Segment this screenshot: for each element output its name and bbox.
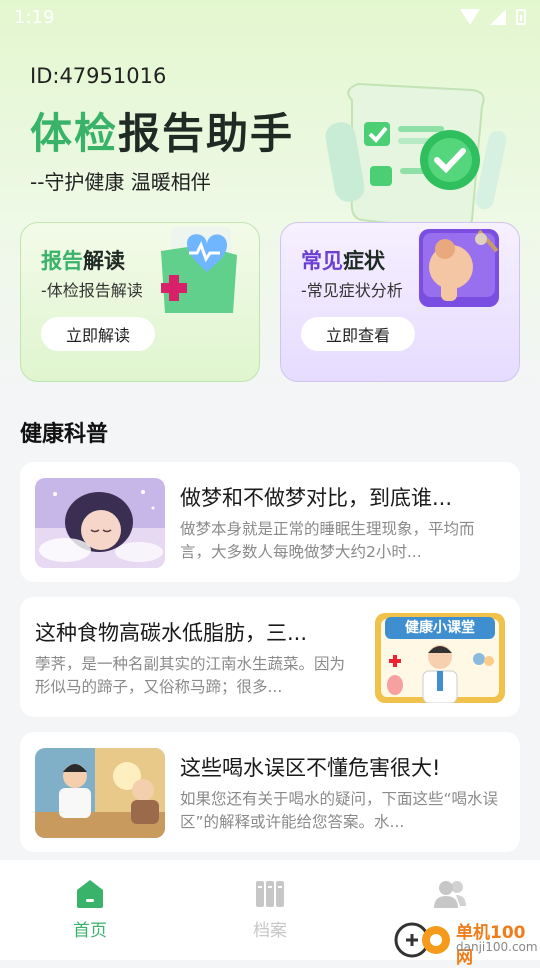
health-class-thumbnail: 健康小课堂 [375, 613, 505, 703]
watermark: 单机100网 danji100.com [392, 916, 540, 968]
common-symptoms-card[interactable]: 常见症状 -常见症状分析 立即查看 [280, 222, 520, 382]
health-class-caption: 健康小课堂 [405, 620, 475, 636]
article-desc: 如果您还有关于喝水的疑问，下面这些“喝水误区”的解释或许能给您答案。水... [180, 790, 499, 831]
report-interpret-title: 报告解读 [41, 249, 125, 273]
section-title-health-science: 健康科普 [20, 422, 109, 447]
doctor-icon [387, 645, 494, 703]
status-icons [460, 9, 526, 25]
user-group-icon [434, 881, 466, 908]
article-title: 这种食物高碳水低脂肪，三... [35, 621, 308, 645]
app-title-part2: 报告助手 [118, 109, 295, 158]
home-icon [77, 880, 103, 908]
watermark-url: danji100.com [456, 940, 538, 954]
doctor-consult-thumbnail [35, 748, 165, 838]
article-item[interactable]: 做梦和不做梦对比，到底谁... 做梦本身就是正常的睡眠生理现象，平均而言，大多数… [20, 462, 520, 582]
user-id: ID:47951016 [30, 64, 167, 88]
article-title: 做梦和不做梦对比，到底谁... [180, 486, 453, 510]
report-interpret-card[interactable]: 报告解读 -体检报告解读 立即解读 [20, 222, 260, 382]
report-checklist-illustration [325, 82, 507, 238]
article-item[interactable]: 这种食物高碳水低脂肪，三... 荸荠，是一种名副其实的江南水生蔬菜。因为形似马的… [20, 597, 520, 717]
common-symptoms-title: 常见症状 [301, 249, 385, 273]
archive-icon [256, 881, 284, 907]
report-interpret-subtitle: -体检报告解读 [41, 281, 143, 300]
view-now-button[interactable]: 立即查看 [301, 317, 415, 351]
nav-label-archive: 档案 [253, 921, 287, 941]
article-item[interactable]: 这些喝水误区不懂危害很大! 如果您还有关于喝水的疑问，下面这些“喝水误区”的解释… [20, 732, 520, 852]
interpret-now-button[interactable]: 立即解读 [41, 317, 155, 351]
article-title: 这些喝水误区不懂危害很大! [180, 756, 441, 780]
status-time: 1:19 [14, 7, 55, 28]
app-slogan: --守护健康 温暖相伴 [30, 170, 211, 194]
health-folder-icon [161, 227, 237, 313]
nav-label-home: 首页 [73, 921, 107, 941]
nav-item-users[interactable] [390, 878, 510, 910]
symptom-hand-icon [419, 229, 499, 307]
status-bar: 1:19 [0, 0, 540, 36]
sleeping-girl-thumbnail [35, 478, 165, 568]
wifi-icon [460, 9, 480, 25]
app-title-part1: 体检 [30, 109, 119, 158]
watermark-logo-icon [394, 922, 450, 958]
app-title: 体检报告助手 [30, 100, 294, 161]
article-desc: 荸荠，是一种名副其实的江南水生蔬菜。因为形似马的蹄子，又俗称马蹄；很多... [35, 655, 346, 696]
nav-item-home[interactable]: 首页 [30, 878, 150, 941]
battery-icon [516, 9, 526, 25]
cell-signal-icon [490, 9, 506, 25]
common-symptoms-subtitle: -常见症状分析 [301, 281, 403, 300]
article-desc: 做梦本身就是正常的睡眠生理现象，平均而言，大多数人每晚做梦大约2小时... [180, 520, 475, 561]
nav-item-archive[interactable]: 档案 [210, 878, 330, 941]
